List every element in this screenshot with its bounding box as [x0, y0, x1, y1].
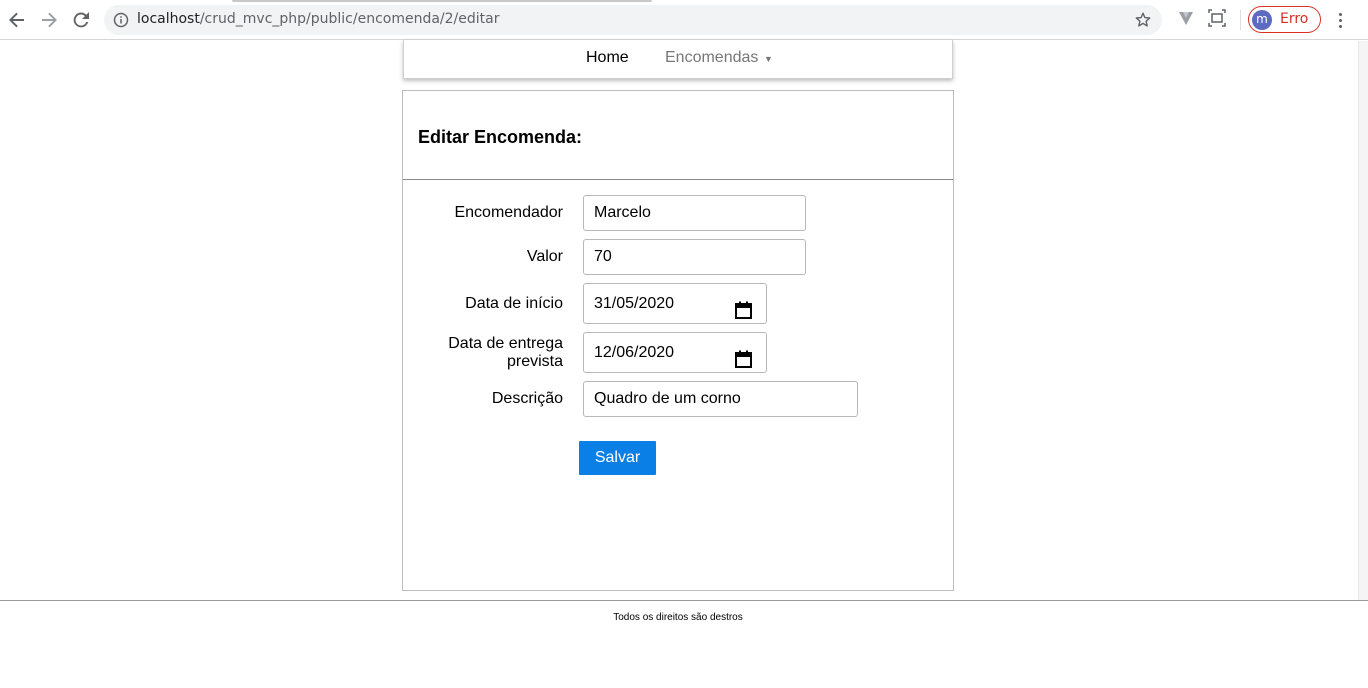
menu-icon[interactable] — [1330, 10, 1350, 30]
data-entrega-label: Data de entrega prevista — [448, 335, 563, 371]
calendar-icon[interactable] — [735, 344, 752, 383]
salvar-button[interactable]: Salvar — [579, 441, 656, 475]
encomendador-input[interactable]: Marcelo — [583, 195, 806, 231]
screenshot-icon[interactable] — [1208, 9, 1226, 32]
profile-status-label: Erro — [1280, 11, 1309, 27]
valor-label: Valor — [526, 248, 563, 265]
edit-form-card: Editar Encomenda: Encomendador Marcelo V… — [402, 90, 954, 591]
data-entrega-label-line2: prevista — [506, 353, 563, 370]
reload-icon[interactable] — [69, 8, 93, 32]
info-icon[interactable] — [113, 12, 129, 33]
footer-divider — [0, 600, 1368, 601]
descricao-label: Descrição — [491, 390, 563, 407]
footer-text: Todos os direitos são destros — [613, 612, 743, 623]
nav-encomendas-dropdown[interactable]: Encomendas — [665, 49, 758, 67]
data-inicio-input[interactable]: 31/05/2020 — [583, 283, 767, 324]
avatar: m — [1252, 10, 1272, 30]
valor-input[interactable]: 70 — [583, 239, 806, 275]
page-title: Editar Encomenda: — [418, 127, 583, 147]
active-tab-edge — [232, 0, 652, 2]
data-entrega-input[interactable]: 12/06/2020 — [583, 332, 767, 373]
title-divider — [403, 179, 953, 180]
encomendador-label: Encomendador — [454, 204, 563, 221]
site-navbar: Home Encomendas ▼ — [403, 40, 953, 79]
browser-toolbar: localhost/crud_mvc_php/public/encomenda/… — [0, 0, 1368, 40]
page-scrollbar[interactable] — [1358, 41, 1368, 600]
data-entrega-value: 12/06/2020 — [594, 344, 675, 361]
url-path: /crud_mvc_php/public/encomenda/2/editar — [199, 11, 500, 27]
nav-home-link[interactable]: Home — [586, 49, 629, 67]
toolbar-separator — [1240, 10, 1241, 30]
caret-down-icon[interactable]: ▼ — [764, 54, 773, 64]
forward-arrow-icon[interactable] — [37, 8, 61, 32]
star-icon[interactable] — [1134, 11, 1152, 34]
extension-icon[interactable] — [1177, 9, 1195, 32]
address-bar[interactable]: localhost/crud_mvc_php/public/encomenda/… — [104, 5, 1162, 35]
data-inicio-label: Data de início — [465, 295, 563, 312]
url-host: localhost — [137, 11, 200, 27]
descricao-input[interactable]: Quadro de um corno — [583, 381, 858, 417]
profile-button[interactable]: m Erro — [1248, 6, 1321, 33]
data-inicio-value: 31/05/2020 — [594, 295, 675, 312]
data-entrega-label-line1: Data de entrega — [448, 335, 563, 352]
back-arrow-icon[interactable] — [5, 8, 29, 32]
url-text[interactable]: localhost/crud_mvc_php/public/encomenda/… — [137, 11, 500, 27]
calendar-icon[interactable] — [735, 295, 752, 334]
